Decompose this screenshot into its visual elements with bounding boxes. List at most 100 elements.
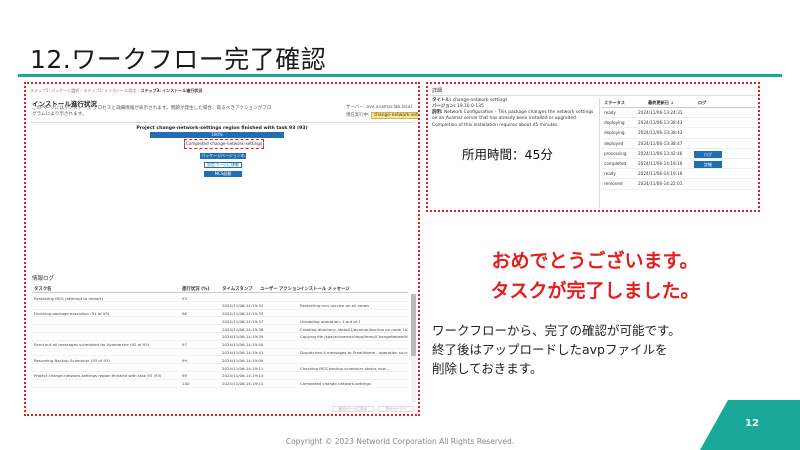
status-cell: completed: [604, 160, 627, 166]
status-cell: ready: [604, 171, 616, 177]
detail-version-value: 19.10.0-135: [457, 104, 484, 110]
info-log-body[interactable]: Restarting MCS (attempt to restart) 93 202…: [32, 294, 408, 402]
status-history-table: ステータス 最終更新日 ↓ ログ ready 2024/11/06-13:24:3…: [602, 98, 756, 190]
log-progress-cell: 93: [182, 295, 187, 301]
log-row[interactable]: Project change-network-settings region f…: [32, 372, 408, 380]
status-cell: removed: [604, 181, 623, 187]
log-progress-cell: 97: [182, 342, 187, 348]
log-prev-page-button[interactable]: 前のページに戻る: [332, 406, 374, 412]
log-progress-cell: 100: [182, 381, 190, 387]
breadcrumb-step-2[interactable]: ステップ2: インストール設定: [83, 88, 136, 93]
current-task-label: 現在実行中:: [346, 113, 370, 118]
log-timestamp-cell: 2024/11/06-14:19:38: [222, 326, 264, 332]
log-row[interactable]: Resuming Backup Scheduler (93 of 93) 99 20…: [32, 356, 408, 365]
log-timestamp-cell: 2024/11/06-14:19:41: [222, 350, 264, 356]
log-scrollbar[interactable]: [411, 294, 416, 402]
detail-desc-value: Network Configuration - This package cha…: [432, 110, 594, 128]
note-line-1: ワークフローから、完了の確認が可能です。: [432, 323, 681, 338]
detail-title-value: change-network-settings: [452, 98, 508, 103]
log-row[interactable]: Finishing package execution (91 of 93) 96…: [32, 310, 408, 318]
log-message-cell: Dispatched 4 messages to EmailHome - ope…: [300, 350, 408, 356]
log-row[interactable]: 100 2024/11/06-14:19:15 Completed change-n…: [32, 380, 408, 388]
settings-page-button[interactable]: 設定ページに移動: [204, 162, 242, 168]
detail-button[interactable]: 詳細: [694, 160, 722, 168]
col-install-message[interactable]: インストール メッセージ: [300, 286, 350, 292]
col-timestamp[interactable]: タイムスタンプ: [222, 286, 253, 292]
detail-desc-label: 説明:: [432, 110, 443, 116]
log-task-cell: Send out all messages scheduled for Avam…: [34, 342, 150, 348]
log-message-cell: Completed change-network-settings: [300, 381, 371, 387]
date-cell: 2024/11/06-13:38:47: [638, 140, 683, 146]
package-details-button[interactable]: パッケージバージョンの詳細: [200, 153, 246, 164]
progress-fill: 100%: [150, 132, 284, 138]
detail-split: [599, 98, 600, 208]
breadcrumb-step-1[interactable]: ステップ1: パッケージ選択: [30, 88, 79, 93]
log-message-cell: Checking MCS backup scheduler status now…: [300, 365, 390, 371]
progress-title: Project change-network-settings region f…: [136, 126, 308, 131]
log-message-cell: Restarting mcs service on all nodes: [300, 303, 370, 309]
col-status[interactable]: ステータス: [604, 100, 625, 106]
congrats-message: おめでとうございます。 タスクが完了しました。: [428, 246, 762, 306]
log-progress-cell: 99: [182, 373, 187, 379]
log-timestamp-cell: 2024/11/06-14:19:15: [222, 381, 264, 387]
completion-note: ワークフローから、完了の確認が可能です。 終了後はアップロードしたavpファイル…: [432, 321, 762, 378]
detail-title-label: タイトル:: [432, 98, 452, 103]
log-row[interactable]: 2024/11/06-14:19:37 Unloading operation: …: [32, 317, 408, 326]
congrats-line-1: おめでとうございます。: [491, 250, 699, 272]
log-row[interactable]: Restarting MCS (attempt to restart) 93: [32, 294, 408, 302]
date-cell: 2024/11/06-14:19:16: [638, 160, 683, 166]
log-row[interactable]: 2024/11/06-14:19:11 Checking MCS backup s…: [32, 364, 408, 372]
completed-status: Completed change-network-settings: [184, 139, 264, 149]
info-log-header: タスク名 進行状況 (%) タイムスタンプ ユーザー アクション インストール …: [32, 285, 408, 293]
col-user-action[interactable]: ユーザー アクション: [260, 286, 301, 292]
date-cell: 2024/11/06-13:24:31: [638, 110, 683, 115]
log-timestamp-cell: 2024/11/06-14:19:32: [222, 303, 264, 309]
log-timestamp-cell: 2024/11/06-14:19:09: [222, 357, 264, 363]
detail-desc-row: 説明: Network Configuration - This package…: [432, 110, 598, 128]
date-cell: 2024/11/06-14:22:01: [638, 181, 683, 187]
log-scroll-thumb[interactable]: [411, 294, 416, 356]
log-next-page-button[interactable]: 次のページへ: [378, 406, 414, 412]
note-line-2: 終了後はアップロードしたavpファイルを: [432, 342, 668, 357]
log-row[interactable]: Send out all messages scheduled for Avam…: [32, 341, 408, 349]
detail-info: タイトル: change-network-settings バージョン: 19.…: [432, 98, 598, 129]
log-row[interactable]: 2024/11/06-14:19:39 Copying file /space/a…: [32, 333, 408, 341]
log-timestamp-cell: 2024/11/06-14:19:14: [222, 373, 264, 379]
status-row: processing 2024/11/06-13:42:46 ログ: [602, 149, 756, 159]
log-task-cell: Finishing package execution (91 of 93): [34, 311, 110, 317]
status-row: completed 2024/11/06-14:19:16 詳細: [602, 159, 756, 170]
status-cell: deploying: [604, 130, 625, 136]
log-row[interactable]: 2024/11/06-14:19:41 Dispatched 4 messages…: [32, 349, 408, 357]
breadcrumb: ステップ1: パッケージ選択 › ステップ2: インストール設定 › ステップ3…: [30, 88, 203, 93]
mcs-launch-button[interactable]: MCS起動: [204, 171, 242, 177]
log-message-cell: Creating directory: /data01/avamar/backu…: [300, 326, 408, 332]
log-row[interactable]: 2024/11/06-14:19:38 Creating directory: /…: [32, 325, 408, 333]
note-line-3: 削除しておきます。: [432, 361, 543, 376]
date-cell: 2024/11/06-13:38:43: [638, 120, 683, 126]
detail-version-label: バージョン:: [432, 104, 456, 110]
col-log[interactable]: ログ: [698, 100, 706, 106]
log-timestamp-cell: 2024/11/06-14:19:11: [222, 365, 264, 371]
status-row: deploying 2024/11/06-13:38:43: [602, 128, 756, 139]
status-row: ready 2024/11/06-14:19:16: [602, 169, 756, 180]
progress-bar: 100%: [150, 132, 284, 138]
date-cell: 2024/11/06-14:19:16: [638, 171, 683, 177]
elapsed-time: 所用時間：45分: [462, 147, 553, 162]
slide-title: 12.ワークフロー完了確認: [30, 45, 327, 74]
status-row: deploying 2024/11/06-13:38:43: [602, 118, 756, 129]
log-task-cell: Restarting MCS (attempt to restart): [34, 295, 104, 301]
log-row[interactable]: 2024/11/06-14:19:32 Restarting mcs servic…: [32, 302, 408, 310]
col-task-name[interactable]: タスク名: [34, 286, 52, 292]
log-message-cell: Copying file /space/avamar/repo/temp/Cha…: [300, 334, 408, 340]
congrats-line-2: タスクが完了しました。: [490, 280, 700, 302]
col-progress[interactable]: 進行状況 (%): [182, 286, 210, 292]
status-cell: deploying: [604, 120, 625, 126]
log-timestamp-cell: 2024/11/06-14:19:33: [222, 311, 264, 317]
status-row: ready 2024/11/06-13:24:31: [602, 108, 756, 119]
divider: [30, 122, 414, 123]
log-progress-cell: 99: [182, 357, 187, 363]
col-last-updated[interactable]: 最終更新日 ↓: [648, 100, 674, 106]
current-task: 現在実行中: change-network-settings: [346, 112, 418, 119]
log-button[interactable]: ログ: [694, 150, 722, 158]
current-task-chip: change-network-settings: [370, 112, 418, 119]
